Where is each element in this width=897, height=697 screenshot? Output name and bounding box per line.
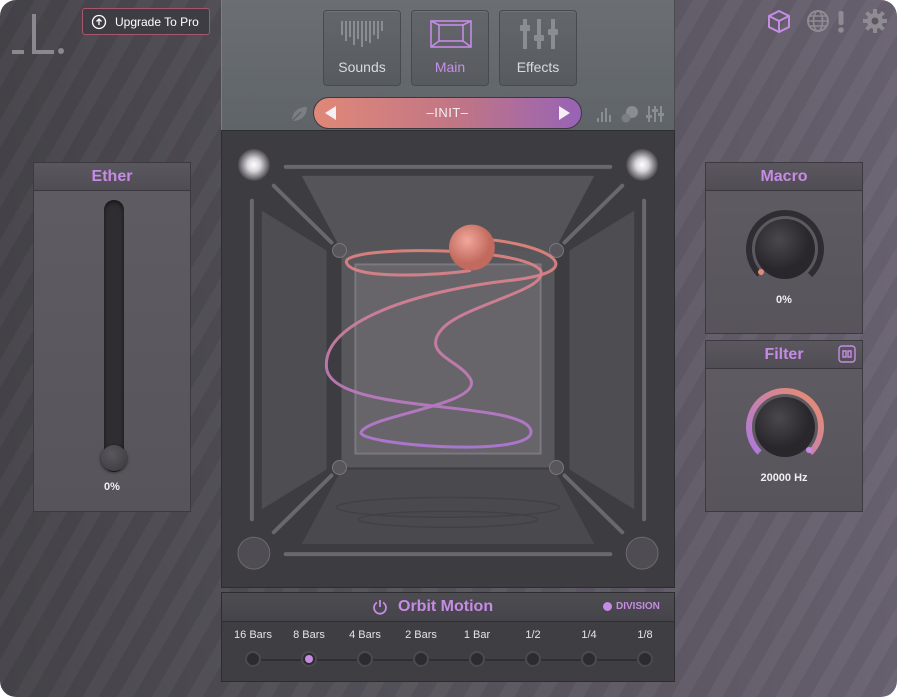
corner-light: [237, 536, 271, 570]
preset-selector[interactable]: –INIT–: [313, 97, 582, 129]
orbit-ball[interactable]: [448, 224, 495, 271]
ether-header: Ether: [34, 163, 190, 191]
bars-icon[interactable]: [595, 104, 615, 124]
tab-main-label: Main: [434, 59, 466, 75]
division-option-label: 4 Bars: [349, 629, 381, 641]
filter-knob[interactable]: [745, 387, 825, 467]
shapes-icon[interactable]: [620, 104, 640, 124]
tab-effects[interactable]: Effects: [499, 10, 577, 86]
division-option-label: 1/8: [637, 629, 653, 641]
gear-icon[interactable]: [862, 8, 888, 34]
division-option-label: 2 Bars: [405, 629, 437, 641]
preset-name: –INIT–: [426, 105, 469, 120]
division-radio[interactable]: [301, 651, 317, 667]
filter-value: 20000 Hz: [760, 472, 808, 484]
division-radio[interactable]: [357, 651, 373, 667]
orbit-visualizer[interactable]: [221, 130, 675, 588]
division-label: DIVISION: [616, 601, 660, 612]
division-option-label: 1 Bar: [463, 629, 491, 641]
mixer-icon[interactable]: [645, 104, 665, 124]
sounds-icon: [341, 21, 383, 47]
macro-knob[interactable]: [745, 209, 825, 289]
alert-icon[interactable]: [834, 8, 848, 34]
orbit-motion-title: Orbit Motion: [398, 598, 494, 615]
ether-panel: Ether 0%: [33, 162, 191, 512]
macro-header: Macro: [706, 163, 862, 191]
ether-slider-thumb[interactable]: [101, 445, 127, 471]
tab-effects-label: Effects: [516, 59, 560, 75]
corner-light: [626, 148, 659, 181]
division-indicator: [603, 602, 612, 611]
division-radio[interactable]: [525, 651, 541, 667]
corner-light: [625, 536, 659, 570]
division-option-label: 8 Bars: [293, 629, 325, 641]
corner-light: [237, 148, 270, 181]
lock-icon: [91, 14, 107, 29]
previous-preset-icon[interactable]: [322, 104, 340, 122]
box-icon[interactable]: [766, 8, 792, 34]
macro-panel: Macro 0%: [705, 162, 863, 334]
division-radio[interactable]: [413, 651, 429, 667]
upgrade-button[interactable]: Upgrade To Pro: [82, 8, 210, 35]
division-toggle[interactable]: DIVISION: [603, 601, 660, 612]
cube-icon: [430, 20, 472, 48]
division-radio[interactable]: [245, 651, 261, 667]
upgrade-label: Upgrade To Pro: [115, 14, 199, 29]
ether-slider-track[interactable]: [104, 200, 124, 472]
filter-header: Filter: [706, 341, 862, 369]
ether-title: Ether: [91, 168, 133, 185]
macro-value: 0%: [776, 294, 792, 306]
link-icon[interactable]: [838, 345, 856, 363]
sliders-icon: [520, 19, 558, 49]
leaf-icon[interactable]: [289, 104, 309, 124]
orbit-motion-header: Orbit Motion DIVISION: [222, 593, 674, 622]
division-option-label: 1/4: [581, 629, 597, 641]
ether-value: 0%: [104, 481, 120, 493]
division-option-label: 16 Bars: [234, 629, 272, 641]
power-icon[interactable]: [372, 599, 388, 615]
next-preset-icon[interactable]: [555, 104, 573, 122]
filter-panel: Filter 20000 Hz: [705, 340, 863, 512]
tab-sounds-label: Sounds: [338, 59, 386, 75]
filter-title: Filter: [764, 346, 804, 363]
division-radio[interactable]: [637, 651, 653, 667]
tab-main[interactable]: Main: [411, 10, 489, 86]
orbit-motion-panel: Orbit Motion DIVISION 16 Bars 8 Bars 4 Bar…: [221, 592, 675, 682]
division-radio[interactable]: [469, 651, 485, 667]
division-radio[interactable]: [581, 651, 597, 667]
globe-icon[interactable]: [805, 8, 831, 34]
macro-title: Macro: [760, 168, 808, 185]
tab-sounds[interactable]: Sounds: [323, 10, 401, 86]
app-logo: [12, 14, 64, 54]
plugin-window: Upgrade To Pro Sounds Main Effects –INIT…: [0, 0, 897, 697]
division-option-label: 1/2: [525, 629, 541, 641]
